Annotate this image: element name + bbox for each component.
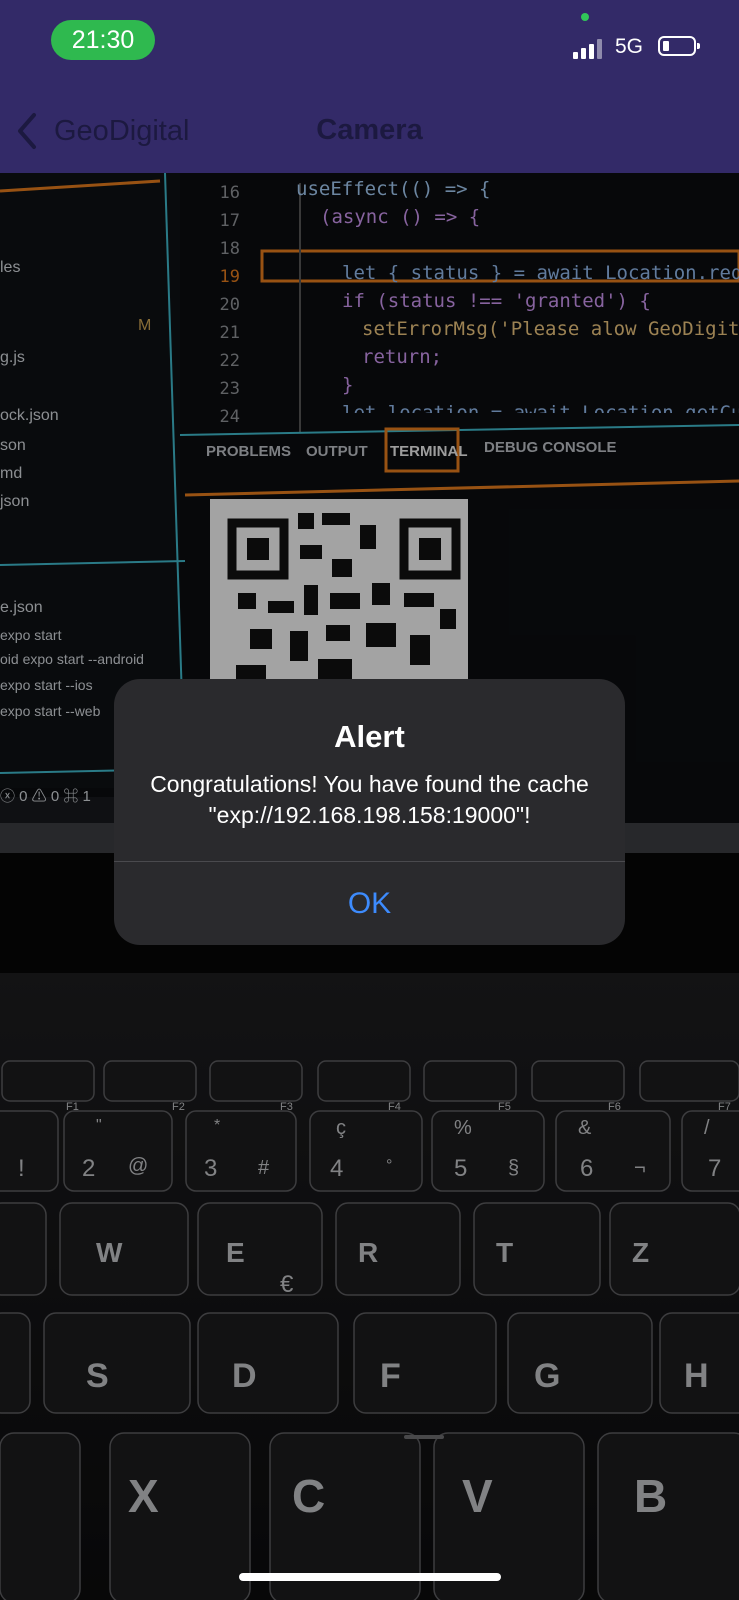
alert-dialog: Alert Congratulations! You have found th… [114, 679, 625, 945]
alert-message: Congratulations! You have found the cach… [150, 771, 589, 828]
battery-icon [658, 36, 700, 56]
page-title: Camera [316, 114, 423, 146]
camera-in-use-dot [581, 13, 589, 21]
alert-title: Alert [334, 719, 405, 754]
status-time: 21:30 [51, 20, 155, 60]
network-type: 5G [615, 35, 644, 58]
home-indicator[interactable] [239, 1573, 501, 1581]
status-bar: 21:30 5G [0, 0, 739, 88]
cellular-signal-icon [573, 37, 605, 59]
alert-ok-button[interactable]: OK [114, 862, 625, 945]
navigation-bar: GeoDigital Camera [0, 88, 739, 173]
